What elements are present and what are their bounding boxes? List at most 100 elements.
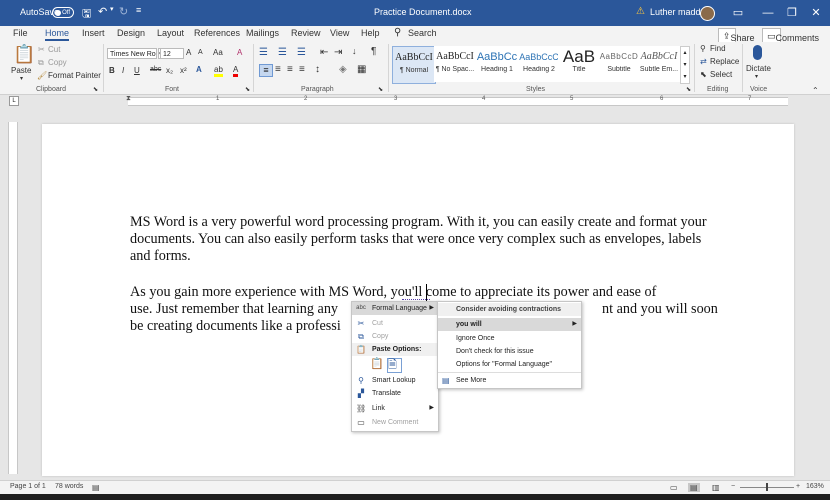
microphone-icon[interactable] (753, 45, 762, 60)
zoom-slider-thumb[interactable] (766, 483, 768, 491)
tab-help[interactable]: Help (361, 28, 380, 38)
bullets-icon[interactable]: ☰ (259, 47, 268, 58)
page-count[interactable]: Page 1 of 1 (10, 483, 46, 490)
options-formal-language[interactable]: Options for "Formal Language" (438, 358, 581, 371)
format-painter-button[interactable]: Format Painter (48, 71, 101, 80)
line-spacing-icon[interactable]: ↕ (315, 64, 320, 75)
save-icon[interactable]: 🖫 (82, 5, 91, 24)
menu-item-smart-lookup[interactable]: ⚲ Smart Lookup (352, 374, 438, 387)
align-left-icon[interactable]: ≡ (259, 64, 273, 77)
tab-design[interactable]: Design (117, 28, 145, 38)
tab-references[interactable]: References (194, 28, 240, 38)
grow-font-button[interactable]: A (186, 48, 191, 57)
zoom-in-icon[interactable]: + (796, 483, 800, 490)
vertical-ruler[interactable] (8, 122, 18, 474)
text-effects-button[interactable]: A (196, 65, 202, 74)
style-heading-1[interactable]: AaBbCc Heading 1 (476, 46, 518, 82)
ribbon-display-icon[interactable]: ▭ (726, 4, 750, 22)
sort-icon[interactable]: ↓ (352, 46, 357, 56)
menu-item-translate[interactable]: ▞ Translate (352, 387, 438, 400)
tab-review[interactable]: Review (291, 28, 321, 38)
cut-button[interactable]: Cut (48, 45, 60, 54)
paste-text-only-icon[interactable]: 🗎 (387, 358, 402, 373)
font-size-box[interactable]: 12 (160, 48, 184, 59)
italic-button[interactable]: I (122, 66, 124, 75)
justify-icon[interactable]: ≡ (299, 64, 305, 75)
web-layout-icon[interactable]: ▥ (712, 483, 720, 492)
decrease-indent-icon[interactable]: ⇤ (320, 47, 328, 58)
shrink-font-button[interactable]: A (198, 49, 203, 56)
borders-icon[interactable]: ▦ (357, 64, 366, 75)
close-icon[interactable]: ✕ (804, 4, 828, 22)
paragraph-1[interactable]: MS Word is a very powerful word processi… (130, 214, 720, 265)
focus-mode-icon[interactable]: ▭ (670, 483, 678, 492)
dictate-button[interactable]: Dictate (746, 64, 771, 73)
undo-dropdown-icon[interactable]: ▾ (110, 5, 114, 13)
horizontal-ruler[interactable]: L 1 2 3 4 5 6 7 ⧗ (0, 95, 830, 106)
word-count[interactable]: 78 words (55, 483, 83, 490)
dictate-dropdown-icon[interactable]: ▾ (755, 73, 758, 80)
paste-icon[interactable]: 📋 (13, 44, 35, 65)
style-title[interactable]: AaB Title (558, 46, 600, 82)
tab-selector-icon[interactable]: L (9, 96, 19, 106)
numbering-icon[interactable]: ☰ (278, 47, 287, 58)
avatar[interactable] (700, 6, 715, 21)
redo-icon[interactable]: ↻ (119, 5, 128, 18)
style-subtitle[interactable]: AaBbCcD Subtitle (598, 46, 640, 82)
tab-view[interactable]: View (330, 28, 349, 38)
show-formatting-button[interactable]: ¶ (371, 46, 376, 57)
styles-launcher-icon[interactable]: ⬊ (686, 86, 691, 93)
tab-mailings[interactable]: Mailings (246, 28, 279, 38)
see-more-option[interactable]: ▤ See More (438, 374, 581, 387)
clipboard-launcher-icon[interactable]: ⬊ (93, 86, 98, 93)
font-name-box[interactable]: Times New Ro (107, 48, 157, 59)
tab-home[interactable]: Home (45, 28, 70, 41)
autosave-toggle[interactable]: Off (52, 7, 74, 18)
subscript-button[interactable]: x₂ (166, 66, 173, 75)
style-normal[interactable]: AaBbCcI ¶ Normal (392, 46, 436, 84)
change-case-button[interactable]: Aa (213, 48, 223, 57)
zoom-level[interactable]: 163% (806, 483, 824, 490)
strikethrough-button[interactable]: abc (150, 66, 161, 73)
ignore-once-option[interactable]: Ignore Once (438, 332, 581, 345)
underline-button[interactable]: U (134, 66, 140, 75)
multilevel-list-icon[interactable]: ☰ (297, 47, 306, 58)
paste-keep-formatting-icon[interactable]: 📋 (370, 358, 384, 371)
menu-item-new-comment[interactable]: ▭ New Comment (352, 416, 438, 429)
replace-button[interactable]: Replace (710, 57, 739, 66)
menu-item-formal-language[interactable]: abc Formal Language ▶ (352, 302, 438, 315)
warning-icon[interactable]: ⚠ (636, 6, 645, 17)
styles-scroll-icon[interactable]: ▴ ▾ ▾ (680, 46, 690, 84)
tab-file[interactable]: File (13, 28, 28, 38)
align-right-icon[interactable]: ≡ (287, 64, 293, 75)
tab-layout[interactable]: Layout (157, 28, 184, 38)
search-box[interactable]: Search (408, 28, 437, 38)
bold-button[interactable]: B (109, 66, 115, 75)
suggestion-you-will[interactable]: you will ▶ (438, 318, 581, 331)
shading-icon[interactable]: ◈ (339, 64, 347, 75)
menu-item-copy[interactable]: ⧉ Copy (352, 330, 438, 343)
clear-formatting-button[interactable]: A (237, 48, 242, 57)
paragraph-launcher-icon[interactable]: ⬊ (378, 86, 383, 93)
paste-button[interactable]: Paste (11, 66, 31, 75)
indent-marker-icon[interactable]: ⧗ (126, 95, 131, 103)
restore-icon[interactable]: ❐ (780, 4, 804, 22)
zoom-out-icon[interactable]: − (731, 483, 735, 490)
align-center-icon[interactable]: ≡ (275, 64, 281, 75)
paragraph-2-line-2[interactable]: use. Just remember that learning any (130, 301, 338, 318)
paragraph-2-line-3[interactable]: be creating documents like a professi (130, 318, 341, 335)
user-name[interactable]: Luther maddy (650, 7, 705, 17)
style-heading-2[interactable]: AaBbCcC Heading 2 (518, 46, 560, 82)
font-launcher-icon[interactable]: ⬊ (245, 86, 250, 93)
menu-item-link[interactable]: ⛓ Link ▶ (352, 402, 438, 415)
tab-insert[interactable]: Insert (82, 28, 105, 38)
menu-item-cut[interactable]: ✂ Cut (352, 317, 438, 330)
copy-button[interactable]: Copy (48, 58, 67, 67)
font-color-button[interactable]: A (233, 65, 239, 77)
dont-check-option[interactable]: Don't check for this issue (438, 345, 581, 358)
collapse-ribbon-icon[interactable]: ⌃ (812, 86, 819, 95)
style-no-spacing[interactable]: AaBbCcI ¶ No Spac... (434, 46, 476, 82)
proofing-icon[interactable]: ▤ (92, 483, 100, 492)
paragraph-2-line-2-end[interactable]: nt and you will soon (602, 301, 718, 318)
select-button[interactable]: Select (710, 70, 732, 79)
